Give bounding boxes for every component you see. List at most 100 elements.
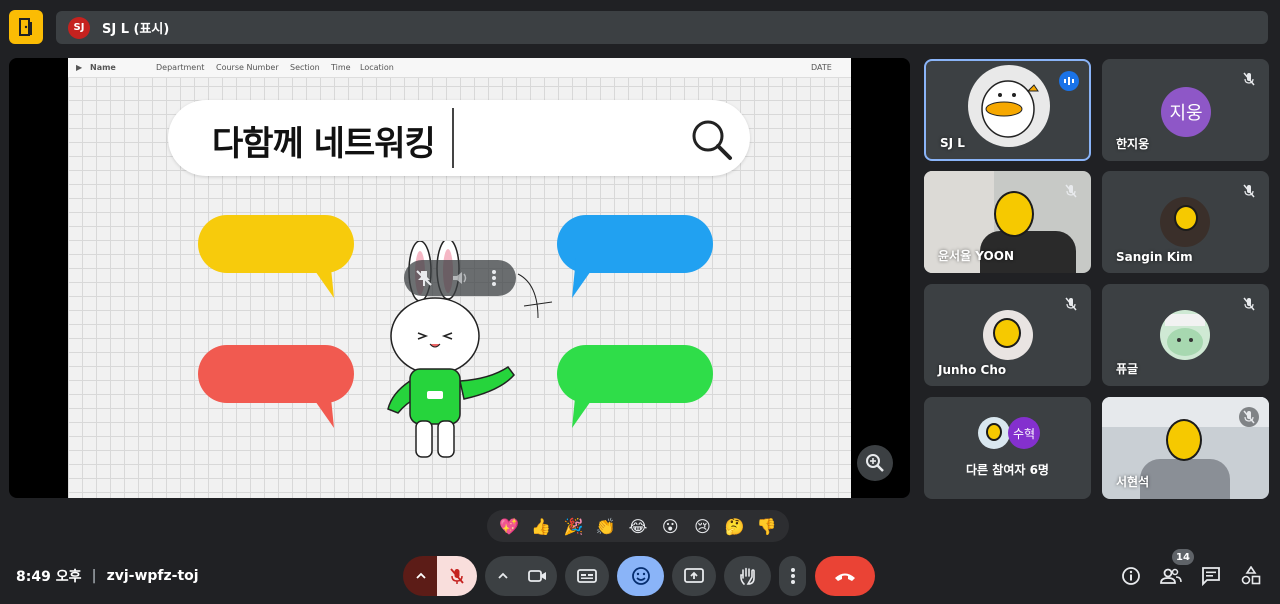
meeting-code: zvj-wpfz-toj: [106, 568, 199, 584]
search-bar-graphic: 다함께 네트워킹: [168, 100, 750, 176]
zoom-in-icon: [866, 454, 884, 472]
raise-hand-icon: [739, 567, 755, 585]
reaction-laughing[interactable]: 😂: [625, 513, 651, 539]
meeting-details-button[interactable]: [1118, 563, 1144, 589]
participant-name: SJ L: [940, 136, 965, 150]
speaking-indicator-icon: [1059, 71, 1079, 91]
mic-off-icon: [1061, 294, 1081, 314]
participant-avatar: [1160, 197, 1210, 247]
slide-header-time: Time: [331, 63, 351, 72]
people-count-badge: 14: [1172, 549, 1194, 565]
participant-name: 윤서율 YOON: [938, 249, 1015, 263]
pen-scribble: [517, 273, 553, 319]
activities-icon: [1241, 566, 1261, 585]
participant-tile-seohyeonseok[interactable]: 서현석: [1102, 397, 1269, 499]
video-options-button[interactable]: [485, 556, 521, 596]
present-screen-icon: [684, 568, 704, 583]
meet-logo-icon[interactable]: [9, 10, 43, 44]
person-body: [1140, 459, 1230, 499]
mic-off-icon: [1239, 294, 1259, 314]
microphone-toggle-button[interactable]: [437, 556, 477, 596]
speech-bubble-blue-tail: [572, 258, 600, 298]
chevron-up-icon: [416, 572, 426, 579]
presenter-label: SJ L (표시): [102, 22, 170, 37]
activities-button[interactable]: [1238, 563, 1264, 589]
top-bar: SJ SJ L (표시): [0, 0, 1280, 56]
mic-off-icon: [1239, 407, 1259, 427]
camera-toggle-button[interactable]: [519, 556, 557, 596]
mic-off-icon: [1061, 181, 1081, 201]
participant-tile-pyugeul[interactable]: 퓨글: [1102, 284, 1269, 386]
reaction-sad[interactable]: 😢: [689, 513, 715, 539]
audio-options-button[interactable]: [403, 556, 439, 596]
reactions-bar: 💖 👍 🎉 👏 😂 😮 😢 🤔 👎: [487, 510, 789, 542]
play-icon: ▶: [76, 63, 83, 72]
slide-header-date: DATE: [811, 63, 832, 72]
participant-tile-sj-l[interactable]: SJ L: [924, 59, 1091, 161]
slide-header-department: Department: [156, 63, 205, 72]
meeting-info: 8:49 오후 | zvj-wpfz-toj: [16, 566, 199, 586]
pin-off-icon[interactable]: [414, 268, 434, 292]
emoji-icon: [631, 567, 650, 585]
presenter-avatar: SJ: [68, 16, 90, 39]
reaction-clapping[interactable]: 👏: [593, 513, 619, 539]
people-icon: [1160, 568, 1182, 584]
participant-avatar: [978, 417, 1010, 449]
participant-tile-junho-cho[interactable]: Junho Cho: [924, 284, 1091, 386]
participant-tile-yoon[interactable]: 윤서율 YOON: [924, 171, 1091, 273]
mic-off-icon: [1239, 69, 1259, 89]
participant-tile-hanjiung[interactable]: 지웅 한지웅: [1102, 59, 1269, 161]
participant-name: 한지웅: [1116, 137, 1150, 151]
raise-hand-button[interactable]: [724, 556, 771, 596]
other-participants-label: 다른 참여자 6명: [966, 463, 1049, 477]
zoom-in-button[interactable]: [857, 445, 893, 481]
reaction-thumbs-up[interactable]: 👍: [528, 513, 554, 539]
reactions-button[interactable]: [617, 556, 664, 596]
reaction-sparkling-heart[interactable]: 💖: [496, 513, 522, 539]
participant-name: 서현석: [1116, 475, 1150, 489]
more-options-button[interactable]: [779, 556, 806, 596]
participant-name: 퓨글: [1116, 362, 1139, 376]
participant-avatar: [1160, 310, 1210, 360]
slide-header-course: Course Number: [216, 63, 279, 72]
slide-header-location: Location: [360, 63, 394, 72]
more-options-icon[interactable]: [490, 268, 498, 292]
speech-bubble-red-tail: [306, 388, 334, 428]
participant-avatar: 지웅: [1161, 87, 1211, 137]
clock: 8:49 오후: [16, 569, 82, 585]
face-emoji-sticker: [1166, 419, 1202, 461]
search-text: 다함께 네트워킹: [212, 124, 436, 164]
closed-captions-icon: [577, 569, 597, 583]
participant-tile-sangin-kim[interactable]: Sangin Kim: [1102, 171, 1269, 273]
end-call-icon: [835, 573, 855, 581]
participant-name: Junho Cho: [938, 363, 1007, 377]
people-button[interactable]: [1158, 563, 1184, 589]
magnifier-icon: [692, 120, 732, 160]
participant-tile-others[interactable]: 수혁 다른 참여자 6명: [924, 397, 1091, 499]
chat-icon: [1202, 567, 1220, 586]
participant-name: Sangin Kim: [1116, 250, 1193, 264]
camera-icon: [528, 570, 546, 582]
divider: |: [91, 568, 97, 584]
reaction-surprised[interactable]: 😮: [657, 513, 683, 539]
chat-button[interactable]: [1198, 563, 1224, 589]
mic-off-icon: [450, 568, 464, 584]
info-icon: [1122, 567, 1140, 585]
chevron-up-icon: [498, 572, 508, 579]
reaction-thumbs-down[interactable]: 👎: [754, 513, 780, 539]
slide-header-name: Name: [90, 63, 116, 72]
captions-button[interactable]: [565, 556, 609, 596]
reaction-thinking[interactable]: 🤔: [722, 513, 748, 539]
slide-header-section: Section: [290, 63, 320, 72]
participant-avatar: [983, 310, 1033, 360]
speech-bubble-green-tail: [572, 388, 600, 428]
text-caret: [452, 108, 454, 168]
leave-call-button[interactable]: [815, 556, 875, 596]
present-screen-button[interactable]: [672, 556, 716, 596]
speech-bubble-yellow-tail: [306, 258, 334, 298]
reaction-party-popper[interactable]: 🎉: [561, 513, 587, 539]
slide-header: ▶ Name Department Course Number Section …: [68, 58, 851, 78]
more-vert-icon: [790, 568, 795, 584]
volume-icon[interactable]: [450, 268, 470, 292]
tile-hover-controls: [404, 260, 516, 296]
